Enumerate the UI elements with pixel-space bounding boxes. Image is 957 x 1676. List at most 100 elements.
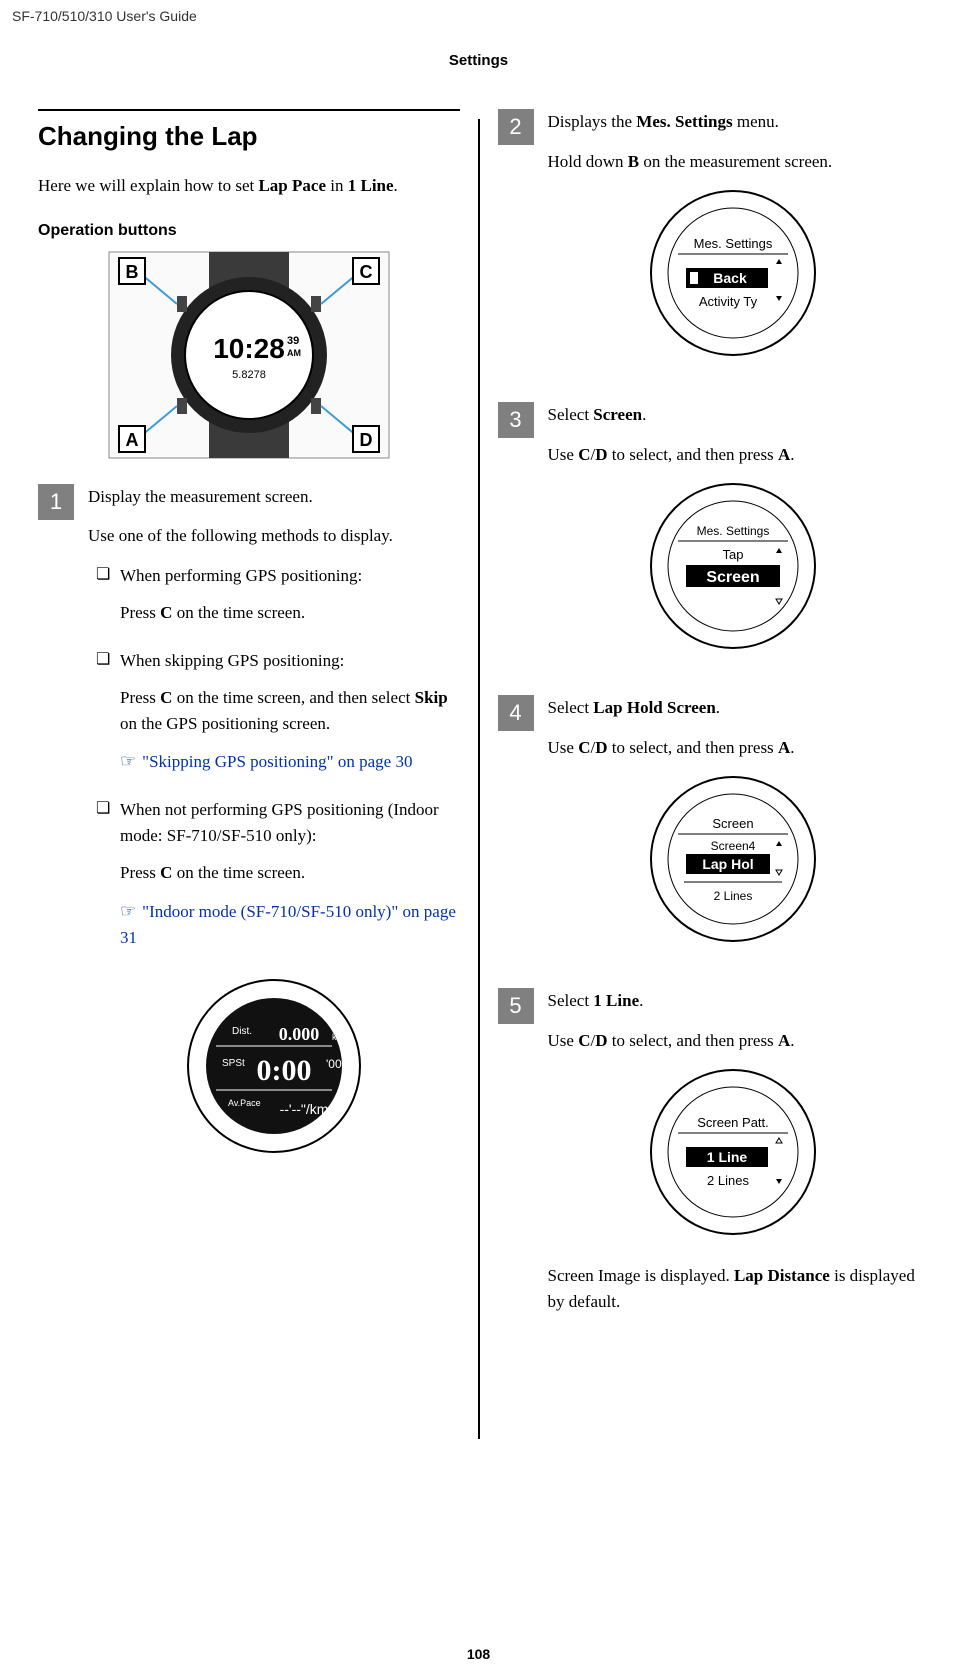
text-bold: C xyxy=(160,603,172,622)
bullet-mark-icon: ❏ xyxy=(96,648,120,788)
text-bold: A xyxy=(778,738,790,757)
text-bold: C xyxy=(578,738,590,757)
screen-line: Screen4 xyxy=(711,839,756,853)
text: Use one of the following methods to disp… xyxy=(88,523,460,549)
text: When not performing GPS positioning (Ind… xyxy=(120,797,460,848)
text: Select xyxy=(548,405,594,424)
step-4-body: Select Lap Hold Screen. Use C/D to selec… xyxy=(548,695,920,970)
text: . xyxy=(716,698,720,717)
page-heading: Changing the Lap xyxy=(38,109,460,152)
bullet-body: When performing GPS positioning: Press C… xyxy=(120,563,460,638)
text: Press xyxy=(120,603,160,622)
text: on the time screen, and then select xyxy=(172,688,414,707)
content: Changing the Lap Here we will explain ho… xyxy=(0,109,957,1439)
text: Select Screen. xyxy=(548,402,920,428)
text: Use xyxy=(548,445,579,464)
text: When skipping GPS positioning: xyxy=(120,648,460,674)
text: . xyxy=(790,738,794,757)
text-bold: Skip xyxy=(415,688,448,707)
screen-line: 2 Lines xyxy=(714,889,753,903)
op-buttons-heading: Operation buttons xyxy=(38,222,460,240)
text-bold: C xyxy=(578,1031,590,1050)
text: . xyxy=(394,176,398,195)
value-avpace: --'--"/km xyxy=(279,1101,328,1117)
watch-time: 10:28 xyxy=(213,333,285,364)
step-1-body: Display the measurement screen. Use one … xyxy=(88,484,460,1183)
left-column: Changing the Lap Here we will explain ho… xyxy=(20,109,478,1439)
text-bold: B xyxy=(628,152,639,171)
text: When performing GPS positioning: xyxy=(120,563,460,589)
step-number-3: 3 xyxy=(498,402,534,438)
text: Use C/D to select, and then press A. xyxy=(548,1028,920,1054)
step-1: 1 Display the measurement screen. Use on… xyxy=(38,484,460,1183)
text: on the measurement screen. xyxy=(639,152,832,171)
text-bold: D xyxy=(595,738,607,757)
step-4: 4 Select Lap Hold Screen. Use C/D to sel… xyxy=(498,695,920,970)
text-bold: 1 Line xyxy=(348,176,394,195)
text-bold: D xyxy=(595,1031,607,1050)
text: Here we will explain how to set xyxy=(38,176,258,195)
text-bold: Screen xyxy=(593,405,642,424)
watch-diagram: 10:28 39 AM 5.8278 B A C D xyxy=(69,250,429,460)
screen-sel: Lap Hol xyxy=(703,856,754,872)
bullet: ❏ When skipping GPS positioning: Press C… xyxy=(96,648,460,788)
text: Press xyxy=(120,863,160,882)
bullet-mark-icon: ❏ xyxy=(96,797,120,962)
text: Hold down xyxy=(548,152,628,171)
page-number: 108 xyxy=(0,1646,957,1662)
text: on the time screen. xyxy=(172,603,305,622)
text: Use xyxy=(548,738,579,757)
watch-date: 5.8278 xyxy=(232,369,266,381)
bullet: ❏ When not performing GPS positioning (I… xyxy=(96,797,460,962)
bullet-body: When not performing GPS positioning (Ind… xyxy=(120,797,460,962)
text-bold: D xyxy=(595,445,607,464)
text: on the GPS positioning screen. xyxy=(120,714,330,733)
screen-line: 2 Lines xyxy=(707,1173,749,1188)
step-number-4: 4 xyxy=(498,695,534,731)
text-bold: Mes. Settings xyxy=(636,112,732,131)
screen-title: Screen Patt. xyxy=(697,1115,769,1130)
watch-ampm: AM xyxy=(287,348,301,358)
text: Screen Image is displayed. Lap Distance … xyxy=(548,1263,920,1314)
screen-title: Mes. Settings xyxy=(697,524,770,538)
text-bold: C xyxy=(578,445,590,464)
unit-km: km xyxy=(332,1032,344,1042)
text: Select xyxy=(548,991,594,1010)
text: Press xyxy=(120,688,160,707)
text: Use C/D to select, and then press A. xyxy=(548,735,920,761)
label-avpace: Av.Pace xyxy=(228,1098,261,1108)
lap-hold-screen: Screen Screen4 Lap Hol 2 Lines xyxy=(648,774,818,944)
measurement-screen-figure: Dist. 0.000 km SPSt 0:00 '00" Av.Pace --… xyxy=(184,976,364,1156)
text: Displays the Mes. Settings menu. xyxy=(548,109,920,135)
screen-sel: Screen xyxy=(707,569,760,586)
bullet: ❏ When performing GPS positioning: Press… xyxy=(96,563,460,638)
screen-sel: Back xyxy=(714,270,748,286)
screen-sel: 1 Line xyxy=(707,1149,748,1165)
screen-select-screen: Mes. Settings Tap Screen xyxy=(648,481,818,651)
screen-line: Activity Ty xyxy=(699,294,758,309)
text: Select Lap Hold Screen. xyxy=(548,695,920,721)
text: to select, and then press xyxy=(608,738,778,757)
step-5-body: Select 1 Line. Use C/D to select, and th… xyxy=(548,988,920,1328)
label-dist: Dist. xyxy=(232,1026,252,1037)
text-bold: A xyxy=(778,445,790,464)
text: . xyxy=(639,991,643,1010)
mes-settings-screen: Mes. Settings Back Activity Ty xyxy=(648,188,818,358)
text: menu. xyxy=(733,112,779,131)
watch-sec: 39 xyxy=(287,335,299,347)
text: to select, and then press xyxy=(608,445,778,464)
text: Press C on the time screen. xyxy=(120,600,460,626)
btn-label-a: A xyxy=(125,430,138,450)
text: Display the measurement screen. xyxy=(88,484,460,510)
section-title: Settings xyxy=(0,52,957,69)
step-5: 5 Select 1 Line. Use C/D to select, and … xyxy=(498,988,920,1328)
step-2-body: Displays the Mes. Settings menu. Hold do… xyxy=(548,109,920,384)
text-bold: Lap Hold Screen xyxy=(593,698,715,717)
text-bold: C xyxy=(160,688,172,707)
value-dist: 0.000 xyxy=(279,1024,320,1044)
cross-ref-link[interactable]: "Skipping GPS positioning" on page 30 xyxy=(120,748,460,775)
cross-ref-link[interactable]: "Indoor mode (SF-710/SF-510 only)" on pa… xyxy=(120,898,460,951)
value-timesec: '00" xyxy=(326,1057,346,1071)
text-bold: Lap Distance xyxy=(734,1266,830,1285)
value-time: 0:00 xyxy=(256,1054,311,1087)
